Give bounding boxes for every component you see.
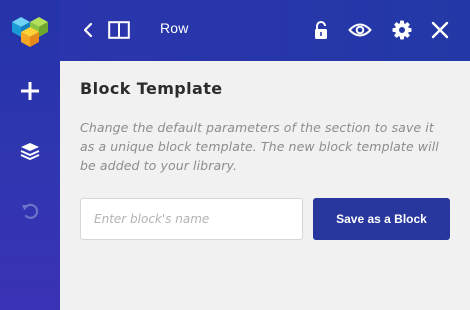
block-template-panel: Block Template Change the default parame… xyxy=(60,61,470,310)
left-sidebar xyxy=(0,0,60,310)
preview-button[interactable] xyxy=(348,18,372,42)
back-button[interactable] xyxy=(76,18,100,42)
save-as-block-button[interactable]: Save as a Block xyxy=(313,198,450,240)
add-button[interactable] xyxy=(15,76,45,106)
cubes-logo-icon[interactable] xyxy=(10,12,50,48)
panel-description: Change the default parameters of the sec… xyxy=(80,120,439,173)
close-icon xyxy=(431,21,449,39)
layers-icon xyxy=(20,143,40,160)
settings-button[interactable] xyxy=(390,18,414,42)
undo-button[interactable] xyxy=(15,196,45,226)
lock-icon xyxy=(315,21,327,39)
column-layout-button[interactable] xyxy=(107,18,131,42)
panel-heading: Block Template xyxy=(80,79,223,98)
lock-button[interactable] xyxy=(309,18,333,42)
close-button[interactable] xyxy=(428,18,452,42)
undo-icon xyxy=(22,203,39,219)
top-toolbar: Row xyxy=(60,0,470,61)
block-name-input[interactable] xyxy=(80,198,303,240)
gear-icon xyxy=(392,20,412,40)
element-title: Row xyxy=(160,20,189,36)
block-template-editor: Row Block Template Change the default pa… xyxy=(0,0,470,310)
column-layout-icon xyxy=(108,21,130,39)
back-icon xyxy=(83,22,93,38)
eye-icon xyxy=(348,23,372,37)
layers-button[interactable] xyxy=(15,136,45,166)
plus-icon xyxy=(21,82,39,100)
